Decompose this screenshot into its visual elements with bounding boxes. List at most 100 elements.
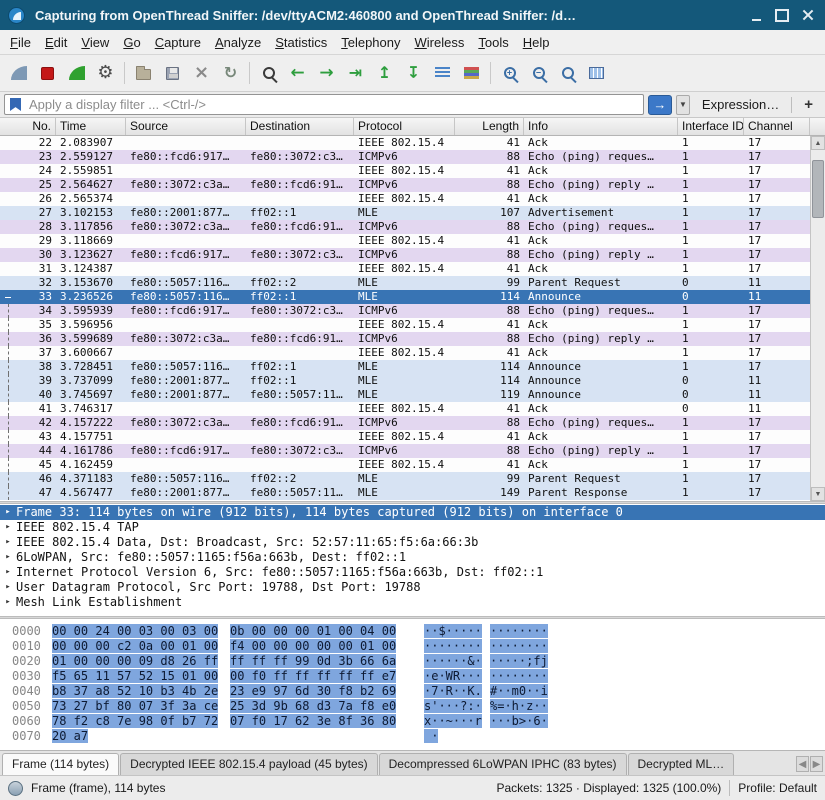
packet-row[interactable]: 273.102153fe80::2001:877…ff02::1MLE107Ad… bbox=[0, 206, 810, 220]
hex-bytes[interactable]: ff ff ff 99 0d 3b 66 6a bbox=[230, 654, 396, 668]
packet-row[interactable]: 242.559851IEEE 802.15.441Ack117 bbox=[0, 164, 810, 178]
hex-bytes[interactable]: 20 a7 bbox=[52, 729, 88, 743]
hex-bytes[interactable]: 00 00 24 00 03 00 03 00 bbox=[52, 624, 218, 638]
display-filter-input[interactable] bbox=[4, 94, 644, 115]
zoom-in-icon[interactable]: + bbox=[495, 59, 524, 88]
packet-row[interactable]: 363.599689fe80::3072:c3a…fe80::fcd6:91…I… bbox=[0, 332, 810, 346]
detail-line[interactable]: ▸IEEE 802.15.4 TAP bbox=[0, 520, 825, 535]
menu-edit[interactable]: Edit bbox=[38, 32, 74, 53]
hex-bytes[interactable]: 78 f2 c8 7e 98 0f b7 72 bbox=[52, 714, 218, 728]
apply-filter-button[interactable]: → bbox=[648, 95, 672, 115]
hex-bytes[interactable]: 73 27 bf 80 07 3f 3a ce bbox=[52, 699, 218, 713]
hex-bytes[interactable]: 00 00 00 c2 0a 00 01 00 bbox=[52, 639, 218, 653]
hex-bytes[interactable]: 23 e9 97 6d 30 f8 b2 69 bbox=[230, 684, 396, 698]
packet-row[interactable]: 252.564627fe80::3072:c3a…fe80::fcd6:91…I… bbox=[0, 178, 810, 192]
hex-ascii[interactable]: ········ bbox=[424, 639, 482, 653]
add-filter-button[interactable]: + bbox=[796, 96, 821, 113]
hex-row[interactable]: 0040b8 37 a8 52 10 b3 4b 2e23 e9 97 6d 3… bbox=[0, 684, 825, 699]
detail-line[interactable]: ▸Frame 33: 114 bytes on wire (912 bits),… bbox=[0, 505, 825, 520]
packet-row[interactable]: 313.124387IEEE 802.15.441Ack117 bbox=[0, 262, 810, 276]
expert-info-icon[interactable] bbox=[8, 781, 23, 796]
packet-row[interactable]: 393.737099fe80::2001:877…ff02::1MLE114An… bbox=[0, 374, 810, 388]
hex-ascii[interactable]: ········ bbox=[490, 624, 548, 638]
capture-restart-icon[interactable] bbox=[62, 59, 91, 88]
byte-tab-2[interactable]: Decrypted IEEE 802.15.4 payload (45 byte… bbox=[120, 753, 377, 775]
packet-row[interactable]: 283.117856fe80::3072:c3a…fe80::fcd6:91…I… bbox=[0, 220, 810, 234]
column-header-ch[interactable]: Channel bbox=[744, 118, 810, 135]
hex-ascii[interactable]: ·7·R··K. bbox=[424, 684, 482, 698]
colorize-icon[interactable] bbox=[457, 59, 486, 88]
menu-capture[interactable]: Capture bbox=[148, 32, 208, 53]
hex-row[interactable]: 001000 00 00 c2 0a 00 01 00f4 00 00 00 0… bbox=[0, 639, 825, 654]
packet-list-scrollbar[interactable]: ▲ ▼ bbox=[810, 136, 825, 501]
scroll-up-icon[interactable]: ▲ bbox=[811, 136, 825, 150]
expand-arrow-icon[interactable]: ▸ bbox=[0, 535, 16, 550]
expand-arrow-icon[interactable]: ▸ bbox=[0, 505, 16, 520]
packet-row[interactable]: 343.595939fe80::fcd6:917…fe80::3072:c3…I… bbox=[0, 304, 810, 318]
hex-ascii[interactable]: ···b>·6· bbox=[490, 714, 548, 728]
expand-arrow-icon[interactable]: ▸ bbox=[0, 580, 16, 595]
close-button[interactable] bbox=[799, 6, 817, 24]
packet-row[interactable]: 373.600667IEEE 802.15.441Ack117 bbox=[0, 346, 810, 360]
column-header-proto[interactable]: Protocol bbox=[354, 118, 455, 135]
menu-telephony[interactable]: Telephony bbox=[334, 32, 407, 53]
detail-line[interactable]: ▸Mesh Link Establishment bbox=[0, 595, 825, 610]
open-capture-icon[interactable] bbox=[129, 59, 158, 88]
find-packet-icon[interactable] bbox=[254, 59, 283, 88]
filter-dropdown-caret[interactable]: ▼ bbox=[676, 95, 690, 115]
hex-ascii[interactable]: ·····;fj bbox=[490, 654, 548, 668]
column-header-dst[interactable]: Destination bbox=[246, 118, 354, 135]
close-capture-icon[interactable]: × bbox=[187, 59, 216, 88]
detail-line[interactable]: ▸IEEE 802.15.4 Data, Dst: Broadcast, Src… bbox=[0, 535, 825, 550]
capture-options-icon[interactable]: ⚙ bbox=[91, 59, 120, 88]
minimize-button[interactable] bbox=[747, 6, 765, 24]
hex-bytes[interactable]: 25 3d 9b 68 d3 7a f8 e0 bbox=[230, 699, 396, 713]
hex-ascii[interactable]: ··$····· bbox=[424, 624, 482, 638]
zoom-out-icon[interactable]: − bbox=[524, 59, 553, 88]
hex-row[interactable]: 0030f5 65 11 57 52 15 01 0000 f0 ff ff f… bbox=[0, 669, 825, 684]
byte-tab-4[interactable]: Decrypted ML… bbox=[628, 753, 735, 775]
menu-view[interactable]: View bbox=[74, 32, 116, 53]
save-capture-icon[interactable] bbox=[158, 59, 187, 88]
hex-bytes[interactable]: 01 00 00 00 09 d8 26 ff bbox=[52, 654, 218, 668]
status-profile[interactable]: Profile: Default bbox=[738, 781, 817, 795]
hex-bytes[interactable]: 0b 00 00 00 01 00 04 00 bbox=[230, 624, 396, 638]
packet-row[interactable]: 262.565374IEEE 802.15.441Ack117 bbox=[0, 192, 810, 206]
expression-button[interactable]: Expression… bbox=[694, 97, 787, 112]
packet-row[interactable]: 434.157751IEEE 802.15.441Ack117 bbox=[0, 430, 810, 444]
detail-line[interactable]: ▸User Datagram Protocol, Src Port: 19788… bbox=[0, 580, 825, 595]
capture-start-icon[interactable] bbox=[4, 59, 33, 88]
packet-row[interactable]: 333.236526fe80::5057:116…ff02::1MLE114An… bbox=[0, 290, 810, 304]
hex-ascii[interactable]: s'···?:· bbox=[424, 699, 482, 713]
go-to-packet-icon[interactable]: ⇥ bbox=[341, 59, 370, 88]
packet-row[interactable]: 323.153670fe80::5057:116…ff02::2MLE99Par… bbox=[0, 276, 810, 290]
column-header-info[interactable]: Info bbox=[524, 118, 678, 135]
go-first-icon[interactable]: ↥ bbox=[370, 59, 399, 88]
hex-ascii[interactable]: ·e·WR··· bbox=[424, 669, 482, 683]
hex-ascii[interactable]: %=·h·z·· bbox=[490, 699, 548, 713]
packet-row[interactable]: 353.596956IEEE 802.15.441Ack117 bbox=[0, 318, 810, 332]
packet-row[interactable]: 413.746317IEEE 802.15.441Ack011 bbox=[0, 402, 810, 416]
byte-tab-1[interactable]: Frame (114 bytes) bbox=[2, 753, 119, 775]
capture-stop-icon[interactable] bbox=[33, 59, 62, 88]
menu-help[interactable]: Help bbox=[516, 32, 557, 53]
hex-row[interactable]: 002001 00 00 00 09 d8 26 ffff ff ff 99 0… bbox=[0, 654, 825, 669]
hex-bytes[interactable]: 00 f0 ff ff ff ff ff e7 bbox=[230, 669, 396, 683]
packet-row[interactable]: 464.371183fe80::5057:116…ff02::2MLE99Par… bbox=[0, 472, 810, 486]
detail-line[interactable]: ▸6LoWPAN, Src: fe80::5057:1165:f56a:663b… bbox=[0, 550, 825, 565]
packet-row[interactable]: 474.567477fe80::2001:877…fe80::5057:11…M… bbox=[0, 486, 810, 500]
expand-arrow-icon[interactable]: ▸ bbox=[0, 595, 16, 610]
hex-ascii[interactable]: ········ bbox=[490, 639, 548, 653]
packet-row[interactable]: 444.161786fe80::fcd6:917…fe80::3072:c3…I… bbox=[0, 444, 810, 458]
hex-ascii[interactable]: ········ bbox=[490, 669, 548, 683]
tab-scroll-left-icon[interactable]: ◀ bbox=[796, 756, 809, 772]
column-header-len[interactable]: Length bbox=[455, 118, 524, 135]
column-header-iface[interactable]: Interface ID bbox=[678, 118, 744, 135]
hex-ascii[interactable]: ······&· bbox=[424, 654, 482, 668]
detail-line[interactable]: ▸Internet Protocol Version 6, Src: fe80:… bbox=[0, 565, 825, 580]
menu-file[interactable]: File bbox=[3, 32, 38, 53]
packet-row[interactable]: 454.162459IEEE 802.15.441Ack117 bbox=[0, 458, 810, 472]
packet-row[interactable]: 403.745697fe80::2001:877…fe80::5057:11…M… bbox=[0, 388, 810, 402]
scrollbar-thumb[interactable] bbox=[812, 160, 824, 218]
packet-row[interactable]: 424.157222fe80::3072:c3a…fe80::fcd6:91…I… bbox=[0, 416, 810, 430]
